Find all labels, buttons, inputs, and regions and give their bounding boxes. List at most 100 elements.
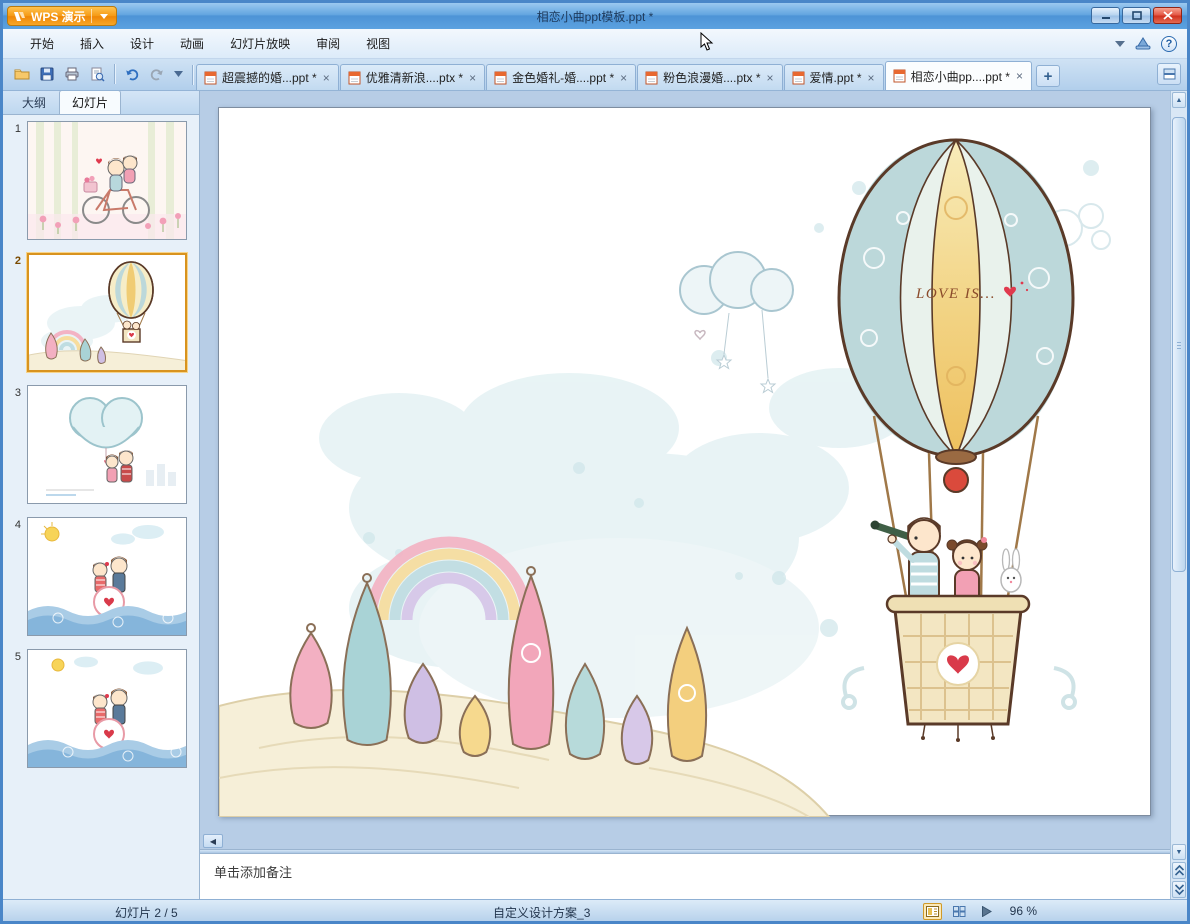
- slide-thumbnail-4[interactable]: 4: [3, 517, 199, 636]
- toolbar-divider: [114, 64, 115, 84]
- slide-thumbnail-1[interactable]: 1: [3, 121, 199, 240]
- app-window: WPS 演示 相恋小曲ppt模板.ppt * 开始 插入 设计 动画 幻灯片放映…: [0, 0, 1190, 924]
- menu-item-design[interactable]: 设计: [117, 30, 167, 57]
- doc-tab-label: 相恋小曲pp....ppt *: [910, 69, 1010, 84]
- scroll-left-button[interactable]: ◀: [203, 834, 223, 848]
- undo-button[interactable]: [121, 63, 143, 85]
- slide-indicator: 幻灯片 2 / 5: [115, 906, 178, 920]
- tab-slides[interactable]: 幻灯片: [59, 90, 122, 114]
- titlebar: WPS 演示 相恋小曲ppt模板.ppt *: [3, 3, 1187, 29]
- tab-close-icon[interactable]: ×: [468, 72, 477, 84]
- slide-canvas-area: LOVE IS...: [200, 91, 1170, 834]
- menubar-right-icons: ?: [1115, 35, 1177, 52]
- doc-tab-label: 超震撼的婚...ppt *: [222, 71, 317, 85]
- rabbit: [1000, 548, 1022, 593]
- close-button[interactable]: [1153, 7, 1182, 24]
- open-file-button[interactable]: [11, 63, 33, 85]
- quick-access-toolbar: [7, 63, 189, 90]
- window-controls: [1091, 7, 1182, 24]
- normal-view-button[interactable]: [922, 902, 942, 920]
- thumbnail-image: [27, 121, 187, 240]
- slide-sorter-icon: [952, 905, 966, 917]
- undo-icon: [126, 69, 139, 81]
- menubar: 开始 插入 设计 动画 幻灯片放映 审阅 视图 ?: [3, 29, 1187, 59]
- slide-sorter-button[interactable]: [950, 903, 969, 920]
- thumbnail-image: [27, 253, 187, 372]
- ppt-doc-icon: [792, 71, 805, 84]
- slide-thumbnail-5[interactable]: 5: [3, 649, 199, 768]
- menu-item-insert[interactable]: 插入: [67, 30, 117, 57]
- ppt-doc-icon: [893, 69, 906, 83]
- doc-tab-6-active[interactable]: 相恋小曲pp....ppt * ×: [884, 61, 1032, 90]
- tab-close-icon[interactable]: ×: [766, 72, 775, 84]
- doc-tab-1[interactable]: 超震撼的婚...ppt * ×: [196, 64, 339, 90]
- tab-close-icon[interactable]: ×: [322, 72, 331, 84]
- minimize-button[interactable]: [1091, 7, 1120, 24]
- app-menu-button[interactable]: WPS 演示: [7, 6, 117, 26]
- doc-tab-label: 爱情.ppt *: [809, 71, 862, 85]
- tab-outline[interactable]: 大纲: [9, 90, 59, 114]
- print-preview-button[interactable]: [86, 63, 108, 85]
- scroll-down-button[interactable]: ▼: [1172, 844, 1186, 860]
- doc-tab-3[interactable]: 金色婚礼-婚....ppt * ×: [486, 64, 637, 90]
- menu-item-review[interactable]: 审阅: [303, 30, 353, 57]
- new-tab-button[interactable]: +: [1035, 65, 1060, 87]
- toolbar-more-button[interactable]: [171, 63, 185, 85]
- save-button[interactable]: [36, 63, 58, 85]
- menu-item-home[interactable]: 开始: [17, 30, 67, 57]
- document-tabs: 超震撼的婚...ppt * × 优雅清新浪....ptx * × 金色婚礼-婚.…: [196, 59, 1033, 90]
- next-slide-button[interactable]: [1172, 881, 1186, 898]
- doc-tab-5[interactable]: 爱情.ppt * ×: [783, 64, 884, 90]
- left-arrow-icon: ◀: [209, 836, 217, 846]
- print-button[interactable]: [61, 63, 83, 85]
- skin-style-icon[interactable]: [1135, 36, 1151, 51]
- scroll-up-button[interactable]: ▲: [1172, 92, 1186, 108]
- new-tab-glyph: +: [1043, 67, 1053, 85]
- slide-thumbnail-2-selected[interactable]: 2: [3, 253, 199, 372]
- zoom-level[interactable]: 96 %: [1004, 904, 1037, 918]
- folder-icon: [14, 69, 30, 80]
- doc-tab-2[interactable]: 优雅清新浪....ptx * ×: [339, 64, 486, 90]
- slide-number: 3: [14, 387, 21, 399]
- up-arrow-icon: ▲: [1175, 96, 1183, 104]
- scrollbar-track[interactable]: [1171, 109, 1187, 843]
- maximize-button[interactable]: [1122, 7, 1151, 24]
- thumbnail-image: [27, 385, 187, 504]
- statusbar-right: 96 %: [922, 901, 1037, 921]
- content-area: 大纲 幻灯片 1 2 3 4 5 LOVE IS... ◀ 单击添加备注 ▲ ▼: [3, 90, 1187, 899]
- arrange-windows-button[interactable]: [1157, 63, 1181, 85]
- doc-tab-4[interactable]: 粉色浪漫婚....ptx * ×: [637, 64, 783, 90]
- window-title: 相恋小曲ppt模板.ppt *: [536, 9, 654, 24]
- ribbon-collapse-icon[interactable]: [1115, 40, 1125, 47]
- chevron-down-icon: [173, 71, 183, 77]
- tab-close-icon[interactable]: ×: [1015, 70, 1024, 82]
- watercolor-clouds: [319, 368, 909, 718]
- slide-canvas[interactable]: LOVE IS...: [218, 107, 1151, 818]
- help-icon[interactable]: ?: [1161, 35, 1177, 52]
- play-icon: [981, 905, 992, 917]
- doc-tab-label: 优雅清新浪....ptx *: [365, 71, 464, 85]
- redo-button[interactable]: [146, 63, 168, 85]
- slide-number: 2: [14, 255, 21, 267]
- slide-thumbnail-3[interactable]: 3: [3, 385, 199, 504]
- document-tabbar: 超震撼的婚...ppt * × 优雅清新浪....ptx * × 金色婚礼-婚.…: [3, 59, 1187, 91]
- tab-close-icon[interactable]: ×: [867, 72, 876, 84]
- toolbar-divider: [192, 65, 193, 85]
- tab-close-icon[interactable]: ×: [619, 72, 628, 84]
- design-scheme-label: 自定义设计方案_3: [493, 906, 591, 920]
- app-button-label: WPS 演示: [31, 9, 86, 24]
- scrollbar-thumb[interactable]: [1172, 117, 1186, 573]
- down-arrow-icon: ▼: [1175, 848, 1183, 856]
- panel-tabs: 大纲 幻灯片: [3, 90, 199, 115]
- slide-number: 1: [14, 123, 21, 135]
- menu-item-slideshow[interactable]: 幻灯片放映: [217, 30, 303, 57]
- slide-panel: 大纲 幻灯片 1 2 3 4 5: [3, 90, 200, 899]
- ppt-doc-icon: [494, 71, 507, 84]
- printer-icon: [65, 67, 79, 81]
- menu-item-animation[interactable]: 动画: [167, 30, 217, 57]
- balloon-caption: LOVE IS...: [915, 286, 996, 302]
- previous-slide-button[interactable]: [1172, 862, 1186, 879]
- notes-pane[interactable]: 单击添加备注: [200, 853, 1170, 899]
- slideshow-button[interactable]: [977, 903, 996, 920]
- menu-item-view[interactable]: 视图: [353, 30, 403, 57]
